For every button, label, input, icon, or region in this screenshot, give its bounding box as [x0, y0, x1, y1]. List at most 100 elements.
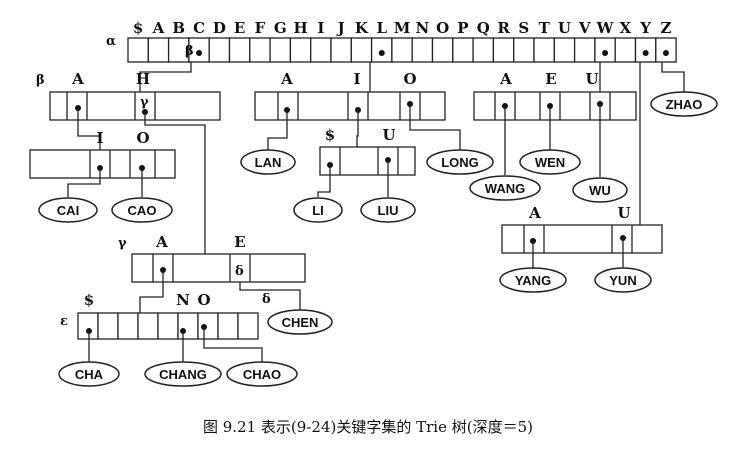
trie-diagram: α $ A B C D E F G H I J K L M N O P Q R S T U V W X Y Z β β A H — [29, 19, 718, 436]
y-label-a: A — [528, 204, 541, 222]
gamma-label-e: E — [234, 233, 245, 251]
root-cell — [391, 37, 413, 63]
l-label-i: I — [353, 70, 360, 88]
gamma-e-cell-mark: δ — [235, 264, 244, 279]
gamma-label-a: A — [155, 233, 168, 251]
root-cell — [330, 37, 352, 63]
root-cell — [249, 37, 271, 63]
root-cell — [127, 37, 149, 63]
epsilon-label-o: O — [197, 291, 210, 309]
root-cell — [513, 37, 535, 63]
root-cell — [350, 37, 373, 63]
root-letter-label: U — [558, 19, 571, 37]
gamma-delta-pointer: δ — [262, 292, 271, 307]
root-letter-label: C — [193, 19, 205, 37]
ca-label-i: I — [96, 129, 103, 147]
root-cell — [411, 37, 434, 63]
root-letter-label: P — [457, 19, 468, 37]
leaf-key: LI — [312, 203, 324, 218]
root-cell — [573, 37, 596, 63]
figure-caption: 图 9.21 表示(9-24)关键字集的 Trie 树(深度＝5) — [203, 418, 533, 436]
root-pointer-dot — [662, 50, 669, 56]
root-letter-label: H — [293, 19, 307, 37]
root-cell — [452, 37, 474, 63]
root-letter-label: N — [415, 19, 429, 37]
root-cell — [228, 37, 251, 63]
root-cell — [289, 37, 312, 63]
ca-label-o: O — [136, 129, 149, 147]
leaf-key: CHANG — [159, 367, 207, 382]
beta-label-h: H — [136, 70, 150, 88]
gamma-greek-label: γ — [118, 236, 127, 251]
root-cell — [614, 37, 637, 63]
root-cell — [533, 37, 555, 63]
root-cell — [492, 37, 515, 63]
l-label-a: A — [280, 70, 293, 88]
leaf-key: YANG — [515, 273, 551, 288]
root-cell — [147, 37, 170, 63]
epsilon-label-dollar: $ — [84, 291, 94, 309]
root-cell — [431, 37, 454, 63]
root-letter-label: O — [436, 19, 449, 37]
leaf-key: LONG — [441, 155, 479, 170]
leaf-key: CAO — [128, 203, 157, 218]
root-letter-label: Q — [477, 19, 490, 37]
root-letter-label: R — [497, 19, 510, 37]
l-label-o: O — [403, 70, 416, 88]
epsilon-cell — [237, 312, 259, 340]
root-letter-label: E — [234, 19, 245, 37]
root-letter-label: T — [539, 19, 551, 37]
root-letter-label: M — [394, 19, 411, 37]
epsilon-cell — [97, 312, 119, 340]
epsilon-node: ε $ N O — [60, 291, 263, 362]
root-pointer-dot — [378, 50, 385, 56]
leaf-key: ZHAO — [666, 97, 703, 112]
w-box — [473, 91, 637, 121]
root-cell — [310, 37, 332, 63]
root-cell — [553, 37, 576, 63]
li-box — [319, 146, 416, 176]
root-letter-label: F — [255, 19, 266, 37]
root-letter-label: X — [620, 19, 632, 37]
gamma-node: γ A E δ δ — [118, 233, 306, 313]
gamma-box — [131, 253, 306, 283]
root-cell — [472, 37, 495, 63]
l-box — [254, 91, 446, 121]
epsilon-cell — [137, 312, 159, 340]
l-node: A I O — [254, 70, 461, 150]
root-letter-label: J — [336, 19, 345, 37]
root-letter-label: L — [376, 19, 387, 37]
leaf-key: WU — [589, 183, 611, 198]
leaf-key: CAI — [57, 203, 79, 218]
y-label-u: U — [617, 204, 630, 222]
leaf-key: WEN — [535, 155, 565, 170]
root-letter-label: B — [172, 19, 185, 37]
root-letter-label: I — [317, 19, 324, 37]
ca-box — [29, 149, 176, 179]
root-letter-label: Y — [639, 19, 651, 37]
beta-greek-label: β — [36, 73, 45, 88]
leaf-key: CHA — [75, 367, 104, 382]
y-box — [501, 224, 663, 254]
root-letter-label: G — [274, 19, 287, 37]
beta-label-a: A — [71, 70, 84, 88]
root-greek-label: α — [106, 34, 116, 49]
leaf-key: LIU — [378, 203, 399, 218]
root-pointer-dot — [642, 50, 649, 56]
root-letter-label: $ — [133, 19, 143, 37]
root-cell — [269, 37, 292, 63]
epsilon-label-n: N — [176, 291, 190, 309]
epsilon-greek-label: ε — [60, 314, 68, 329]
leaf-key: CHEN — [282, 315, 319, 330]
li-node: $ U — [317, 126, 416, 197]
ca-node: I O — [29, 129, 176, 197]
root-c-cell-mark: β — [185, 44, 194, 59]
root-letter-label: A — [152, 19, 165, 37]
w-label-e: E — [545, 70, 556, 88]
leaf-key: WANG — [485, 181, 525, 196]
epsilon-cell — [77, 312, 99, 340]
root-pointer-dot — [196, 50, 203, 56]
li-label-u: U — [382, 126, 395, 144]
root-node: α $ A B C D E F G H I J K L M N O P Q R S T U V W X Y Z β — [106, 19, 677, 63]
root-letter-label: Z — [660, 19, 671, 37]
